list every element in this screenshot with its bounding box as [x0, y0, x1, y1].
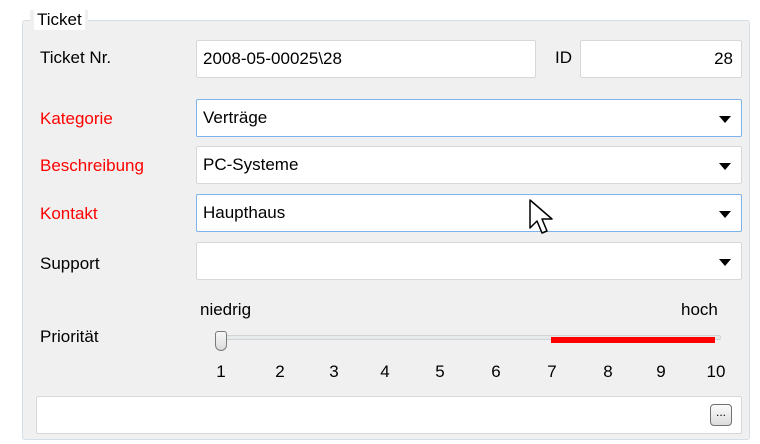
chevron-down-icon[interactable] [719, 163, 731, 170]
kategorie-label: Kategorie [40, 109, 113, 128]
priority-label: Priorität [40, 327, 99, 346]
kategorie-combobox[interactable]: Verträge [196, 99, 742, 137]
priority-tick: 1 [216, 362, 226, 381]
beschreibung-label: Beschreibung [40, 156, 144, 175]
kontakt-combobox[interactable]: Haupthaus [196, 194, 742, 232]
priority-high-label: hoch [681, 300, 718, 319]
ticket-nr-value: 2008-05-00025\28 [203, 49, 342, 68]
chevron-down-icon[interactable] [719, 116, 731, 123]
kontakt-label: Kontakt [40, 204, 98, 223]
beschreibung-combobox[interactable]: PC-Systeme [196, 146, 742, 184]
kategorie-value: Verträge [203, 108, 268, 127]
groupbox-title: Ticket [34, 10, 85, 30]
priority-tick: 4 [380, 362, 390, 381]
id-label: ID [555, 48, 572, 67]
priority-tick: 2 [275, 362, 285, 381]
priority-tick: 3 [329, 362, 339, 381]
priority-highlight-range [551, 337, 715, 343]
support-combobox[interactable] [196, 242, 742, 280]
priority-low-label: niedrig [200, 300, 252, 319]
priority-tick: 5 [435, 362, 445, 381]
priority-tick: 6 [491, 362, 501, 381]
chevron-down-icon[interactable] [719, 211, 731, 218]
priority-tick: 10 [706, 362, 726, 381]
beschreibung-value: PC-Systeme [203, 155, 299, 174]
id-value: 28 [714, 49, 733, 68]
support-label: Support [40, 254, 100, 273]
kontakt-value: Haupthaus [203, 203, 286, 222]
id-field[interactable]: 28 [580, 40, 742, 78]
bottom-text-field[interactable] [36, 396, 742, 434]
mouse-pointer-icon [529, 199, 553, 234]
browse-button[interactable]: ... [710, 404, 732, 426]
priority-tick: 9 [656, 362, 666, 381]
priority-tick: 7 [547, 362, 557, 381]
ticket-nr-field[interactable]: 2008-05-00025\28 [196, 40, 536, 78]
priority-slider-thumb[interactable] [215, 331, 227, 351]
ticket-nr-label: Ticket Nr. [40, 48, 112, 67]
chevron-down-icon[interactable] [719, 259, 731, 266]
priority-tick: 8 [603, 362, 613, 381]
